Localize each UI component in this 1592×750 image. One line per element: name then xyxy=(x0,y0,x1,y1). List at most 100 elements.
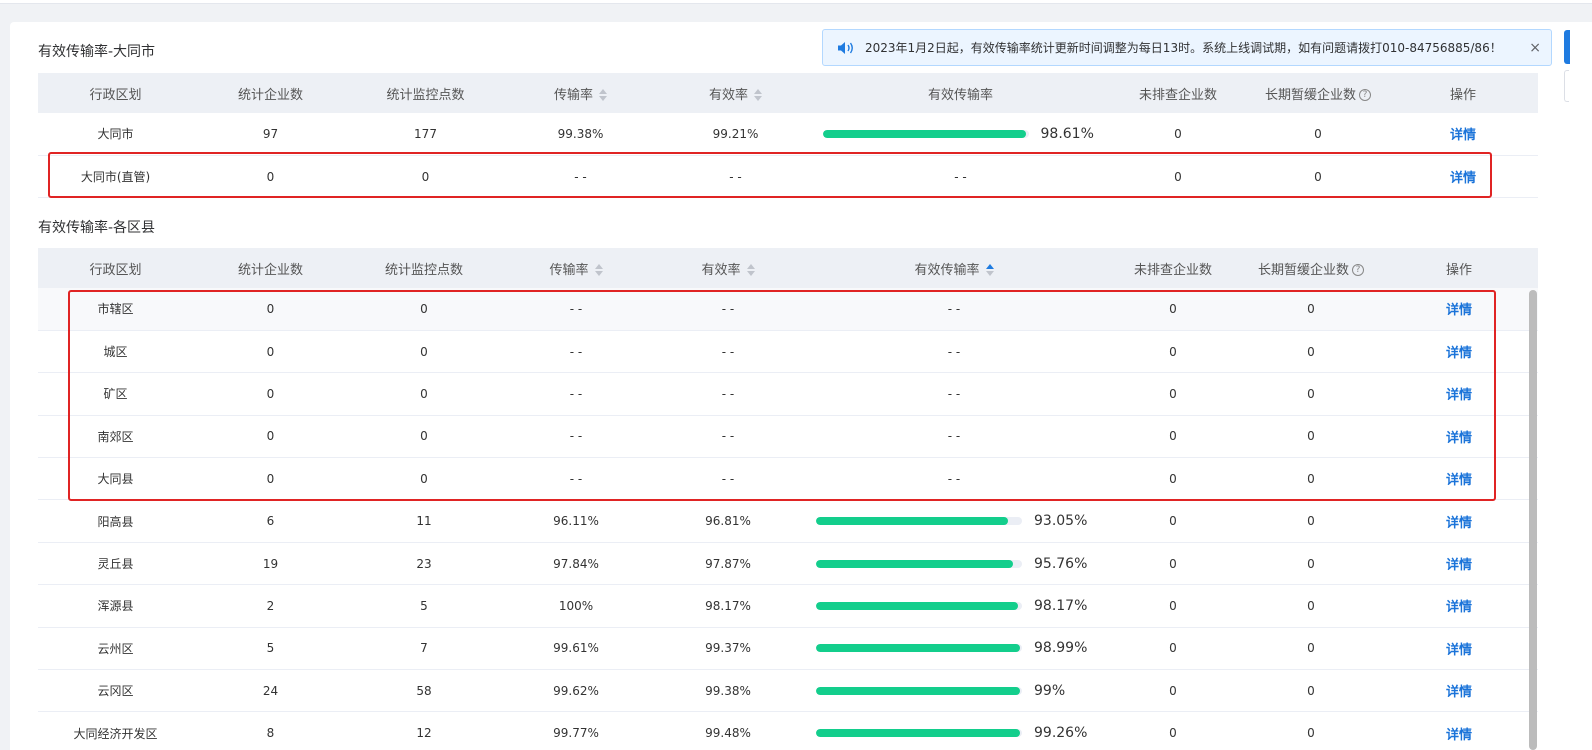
progress-value: 98.99% xyxy=(1034,640,1088,657)
header-label: 统计企业数 xyxy=(237,87,303,103)
cell-region: 云州区 xyxy=(38,627,193,671)
cell-region: 市辖区 xyxy=(38,288,193,331)
cell-valid-rate: - - xyxy=(652,330,804,374)
cell-points: 5 xyxy=(348,584,500,628)
cell-transmission-rate: 99.38% xyxy=(503,113,658,156)
sort-icon[interactable] xyxy=(594,264,603,276)
scrollbar[interactable] xyxy=(1529,290,1537,750)
detail-link[interactable]: 详情 xyxy=(1450,171,1476,186)
header-valid-rate[interactable]: 有效率 xyxy=(652,248,804,288)
header-transmission-rate[interactable]: 传输率 xyxy=(500,248,652,288)
cell-deferred: 0 xyxy=(1242,499,1380,543)
progress-bar: 99% xyxy=(804,683,1104,699)
cell-effective-rate: 93.05% xyxy=(804,499,1104,543)
cell-points: 0 xyxy=(348,155,503,199)
close-icon[interactable]: × xyxy=(1529,40,1541,56)
detail-link[interactable]: 详情 xyxy=(1446,600,1472,615)
table-row: 大同县 0 0- -- -- -0 0 详情 xyxy=(38,457,1538,501)
sort-icon[interactable] xyxy=(754,89,762,101)
cell-points: 0 xyxy=(348,457,500,501)
progress-value: 99% xyxy=(1034,682,1066,699)
header-effective-rate[interactable]: 有效传输率 xyxy=(813,73,1108,113)
progress-track xyxy=(816,644,1022,653)
cell-valid-rate: - - xyxy=(652,415,804,459)
cell-action: 详情 xyxy=(1380,499,1538,543)
table-row: 大同经济开发区 8 12 99.77% 99.48% 99.26% 0 0 详情 xyxy=(38,711,1538,750)
progress-track xyxy=(816,686,1022,695)
progress-bar: 93.05% xyxy=(804,513,1104,529)
cell-points: 12 xyxy=(348,711,500,750)
header-label: 统计企业数 xyxy=(237,262,303,278)
side-tab-secondary[interactable] xyxy=(1564,70,1569,102)
cell-action: 详情 xyxy=(1380,627,1538,671)
cell-action: 详情 xyxy=(1380,711,1538,750)
detail-link[interactable]: 详情 xyxy=(1450,128,1476,143)
cell-deferred: 0 xyxy=(1242,415,1380,459)
cell-unchecked: 0 xyxy=(1104,584,1242,628)
header-companies: 统计企业数 xyxy=(193,73,348,113)
progress-value: 98.17% xyxy=(1034,597,1088,614)
cell-effective-rate: 99.26% xyxy=(804,711,1104,750)
cell-unchecked: 0 xyxy=(1104,711,1242,750)
cell-points: 58 xyxy=(348,669,500,713)
cell-companies: 24 xyxy=(193,669,348,713)
table-row: 市辖区 0 0- -- -- -0 0 详情 xyxy=(38,288,1538,331)
cell-transmission-rate: 99.77% xyxy=(500,711,652,750)
cell-deferred: 0 xyxy=(1242,627,1380,671)
cell-region: 城区 xyxy=(38,330,193,374)
cell-companies: 97 xyxy=(193,113,348,156)
cell-valid-rate: - - xyxy=(652,288,804,331)
progress-track xyxy=(816,559,1022,568)
header-label: 传输率 xyxy=(549,262,589,278)
progress-bar: 98.61% xyxy=(813,126,1108,142)
cell-unchecked: 0 xyxy=(1104,499,1242,543)
cell-region: 阳高县 xyxy=(38,499,193,543)
detail-link[interactable]: 详情 xyxy=(1446,303,1472,318)
header-valid-rate[interactable]: 有效率 xyxy=(658,73,813,113)
sort-icon[interactable] xyxy=(985,264,994,276)
detail-link[interactable]: 详情 xyxy=(1446,516,1472,531)
detail-link[interactable]: 详情 xyxy=(1446,388,1472,403)
side-tab[interactable] xyxy=(1564,30,1570,64)
cell-deferred: 0 xyxy=(1242,542,1380,586)
help-icon[interactable]: ? xyxy=(1359,89,1371,101)
detail-link[interactable]: 详情 xyxy=(1446,558,1472,573)
detail-link[interactable]: 详情 xyxy=(1446,473,1472,488)
cell-effective-rate: - - xyxy=(813,155,1108,199)
cell-companies: 0 xyxy=(193,155,348,199)
county-section-title: 有效传输率-各区县 xyxy=(38,220,156,236)
table-row: 大同市 97 177 99.38% 99.21% 98.61% 0 0 详情 xyxy=(38,113,1538,156)
sort-icon[interactable] xyxy=(746,264,755,276)
cell-valid-rate: 99.48% xyxy=(652,711,804,750)
detail-link[interactable]: 详情 xyxy=(1446,346,1472,361)
cell-effective-rate: 98.17% xyxy=(804,584,1104,628)
detail-link[interactable]: 详情 xyxy=(1446,728,1472,743)
header-points: 统计监控点数 xyxy=(348,73,503,113)
cell-valid-rate: 99.37% xyxy=(652,627,804,671)
cell-valid-rate: 99.38% xyxy=(652,669,804,713)
cell-deferred: 0 xyxy=(1242,584,1380,628)
sort-icon[interactable] xyxy=(599,89,607,101)
cell-action: 详情 xyxy=(1380,457,1538,501)
help-icon[interactable]: ? xyxy=(1352,264,1364,276)
header-transmission-rate[interactable]: 传输率 xyxy=(503,73,658,113)
detail-link[interactable]: 详情 xyxy=(1446,431,1472,446)
detail-link[interactable]: 详情 xyxy=(1446,685,1472,700)
cell-region: 浑源县 xyxy=(38,584,193,628)
header-label: 未排查企业数 xyxy=(1138,87,1217,103)
cell-deferred: 0 xyxy=(1242,372,1380,416)
header-effective-rate[interactable]: 有效传输率 xyxy=(804,248,1104,288)
cell-deferred: 0 xyxy=(1242,330,1380,374)
cell-valid-rate: 99.21% xyxy=(658,113,813,156)
header-action: 操作 xyxy=(1388,73,1538,113)
header-label: 传输率 xyxy=(553,87,593,103)
progress-fill xyxy=(816,517,1008,526)
progress-bar: 95.76% xyxy=(804,556,1104,572)
cell-companies: 0 xyxy=(193,288,348,331)
cell-valid-rate: - - xyxy=(658,155,813,199)
header-label: 操作 xyxy=(1445,262,1472,278)
detail-link[interactable]: 详情 xyxy=(1446,643,1472,658)
cell-effective-rate: - - xyxy=(804,457,1104,501)
cell-action: 详情 xyxy=(1380,330,1538,374)
cell-companies: 2 xyxy=(193,584,348,628)
